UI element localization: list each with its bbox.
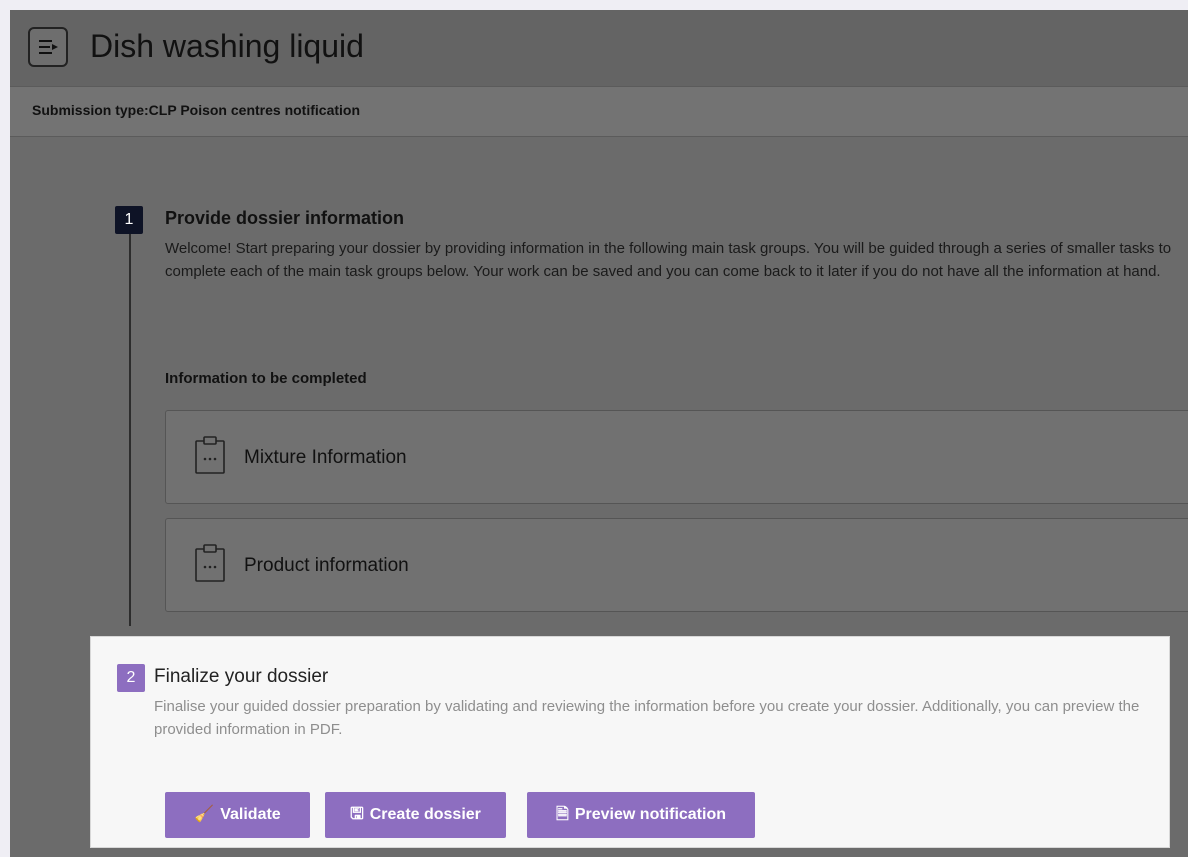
- title-bar: Dish washing liquid: [10, 10, 1188, 86]
- step-1-description: Welcome! Start preparing your dossier by…: [165, 240, 1172, 280]
- finalize-dossier-panel: 2 Finalize your dossier Finalise your gu…: [90, 636, 1170, 848]
- validate-button-label: Validate: [220, 806, 281, 823]
- preview-notification-button[interactable]: 🗎 Preview notification: [527, 792, 755, 838]
- step-1-badge: 1: [115, 206, 143, 234]
- step-2-description: Finalise your guided dossier preparation…: [154, 698, 1140, 738]
- step-2-badge: 2: [117, 664, 145, 692]
- document-preview-icon: 🗎: [555, 806, 569, 823]
- menu-toggle-button[interactable]: [28, 27, 68, 67]
- step-2-title: Finalize your dossier: [154, 666, 329, 687]
- create-dossier-button[interactable]: 🖫 Create dossier: [325, 792, 506, 838]
- section-label-information: Information to be completed: [165, 370, 367, 387]
- validate-button[interactable]: 🧹 Validate: [165, 792, 310, 838]
- clipboard-icon: [195, 544, 225, 582]
- create-dossier-button-label: Create dossier: [369, 806, 481, 823]
- broom-icon: 🧹: [194, 806, 215, 823]
- task-label-product-information: Product information: [244, 555, 409, 576]
- submission-type-label: Submission type:CLP Poison centres notif…: [32, 102, 361, 118]
- task-card-product-information[interactable]: Product information: [165, 518, 1188, 612]
- save-icon: 🖫: [350, 806, 364, 823]
- task-label-mixture-information: Mixture Information: [244, 447, 407, 468]
- clipboard-icon: [195, 436, 225, 474]
- menu-toggle-icon: [39, 40, 58, 54]
- task-card-mixture-information[interactable]: Mixture Information: [165, 410, 1188, 504]
- preview-notification-button-label: Preview notification: [574, 806, 726, 823]
- page-title: Dish washing liquid: [90, 28, 364, 64]
- submission-type-bar: Submission type:CLP Poison centres notif…: [10, 86, 1188, 137]
- step-1-title: Provide dossier information: [165, 208, 405, 228]
- step-timeline-line: [129, 234, 131, 626]
